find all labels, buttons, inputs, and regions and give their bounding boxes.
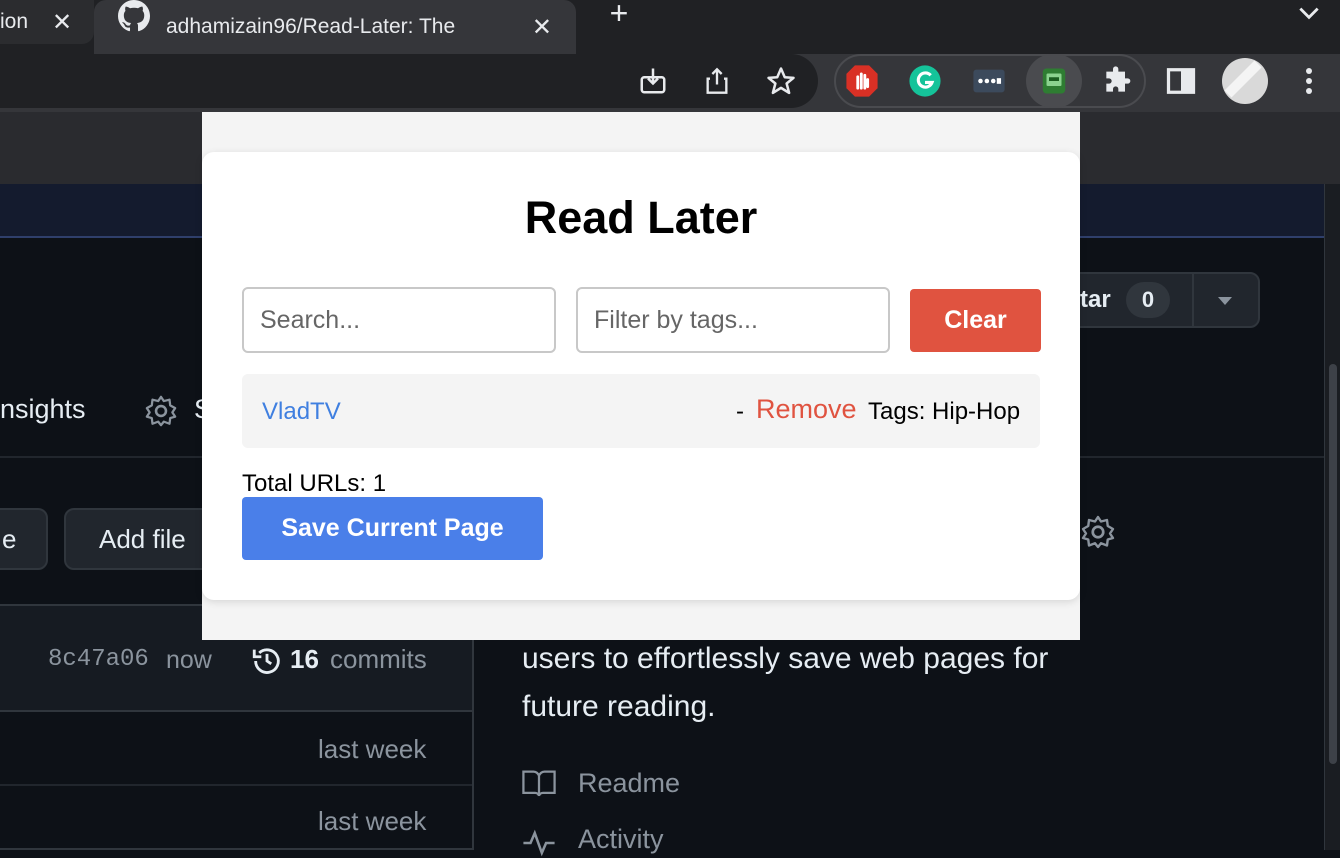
tag-filter-input[interactable] xyxy=(576,287,890,353)
tab-label: adhamizain96/Read-Later: The xyxy=(166,15,456,38)
remove-button[interactable]: Remove xyxy=(756,394,857,425)
read-later-extension-icon[interactable] xyxy=(1026,54,1082,108)
button-label: Add file xyxy=(99,524,186,554)
row-time: last week xyxy=(318,734,427,764)
dots-extension-icon[interactable] xyxy=(972,64,1006,98)
commit-time: now xyxy=(166,646,212,674)
kebab-menu-icon[interactable] xyxy=(1292,64,1326,98)
browser-toolbar xyxy=(0,54,1340,112)
tab-strip: ion ✕ adhamizain96/Read-Later: The ✕ + xyxy=(0,0,1340,54)
history-icon xyxy=(252,648,280,674)
row-time: last week xyxy=(318,806,427,836)
grammarly-icon[interactable] xyxy=(908,64,942,98)
extension-popup: Read Later Clear VladTV - Remove Tags: H… xyxy=(202,112,1080,640)
adblock-icon[interactable] xyxy=(845,64,879,98)
gear-icon xyxy=(145,395,177,427)
star-label: tar xyxy=(1080,286,1111,313)
close-icon[interactable]: ✕ xyxy=(52,8,72,37)
table-row[interactable]: last week xyxy=(0,712,472,786)
chevron-down-icon[interactable] xyxy=(1216,294,1234,308)
nav-insights[interactable]: nsights xyxy=(0,394,86,425)
side-panel-icon[interactable] xyxy=(1164,64,1198,98)
book-icon xyxy=(522,770,556,797)
bookmark-star-icon[interactable] xyxy=(764,64,798,98)
file-table: 8c47a06 now 16 commits last week last we… xyxy=(0,604,474,850)
separator: - xyxy=(736,398,744,425)
search-input[interactable] xyxy=(242,287,556,353)
save-current-page-button[interactable]: Save Current Page xyxy=(242,497,543,560)
commits-count[interactable]: 16 xyxy=(290,644,319,675)
gear-icon[interactable] xyxy=(1080,514,1116,550)
tab-active[interactable]: adhamizain96/Read-Later: The ✕ xyxy=(94,0,576,54)
saved-url-link[interactable]: VladTV xyxy=(262,398,341,426)
profile-avatar-icon[interactable] xyxy=(1222,58,1268,104)
install-icon[interactable] xyxy=(636,64,670,98)
scrollbar[interactable] xyxy=(1324,184,1340,850)
tab-label: ion xyxy=(0,10,29,33)
description-line: users to effortlessly save web pages for xyxy=(522,642,1049,675)
close-icon[interactable]: ✕ xyxy=(532,13,552,42)
list-item: VladTV - Remove Tags: Hip-Hop xyxy=(242,374,1040,448)
readme-link[interactable]: Readme xyxy=(578,768,680,799)
address-bar[interactable] xyxy=(0,54,818,108)
puzzle-extensions-icon[interactable] xyxy=(1100,64,1134,98)
go-to-file-button[interactable]: e xyxy=(0,508,48,570)
new-tab-button[interactable]: + xyxy=(604,0,634,30)
table-row[interactable]: last week xyxy=(0,786,472,852)
total-urls-count: Total URLs: 1 xyxy=(242,470,387,497)
description-line: future reading. xyxy=(522,690,716,723)
pulse-icon xyxy=(523,829,555,857)
clear-button[interactable]: Clear xyxy=(910,289,1041,352)
divider xyxy=(1192,272,1194,328)
activity-link[interactable]: Activity xyxy=(578,824,664,855)
chevron-down-icon[interactable] xyxy=(1296,0,1322,26)
tags-label: Tags: Hip-Hop xyxy=(868,398,1021,425)
scroll-thumb[interactable] xyxy=(1329,364,1337,764)
commits-label[interactable]: commits xyxy=(330,644,427,675)
button-label: e xyxy=(2,524,17,554)
commit-hash[interactable]: 8c47a06 xyxy=(48,646,149,673)
star-count-badge: 0 xyxy=(1126,282,1170,318)
tab-previous[interactable]: ion ✕ xyxy=(0,0,94,44)
read-later-card: Read Later Clear VladTV - Remove Tags: H… xyxy=(202,152,1080,600)
github-icon xyxy=(118,0,150,32)
popup-title: Read Later xyxy=(524,192,758,243)
share-icon[interactable] xyxy=(700,64,734,98)
